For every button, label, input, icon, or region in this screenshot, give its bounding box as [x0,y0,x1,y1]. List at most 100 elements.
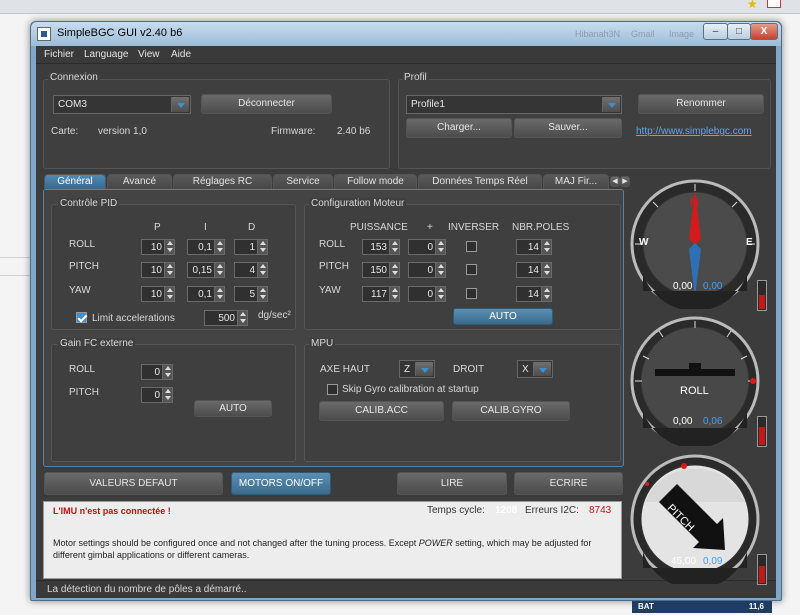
skip-gyro-checkbox[interactable] [327,384,338,395]
menu-view[interactable]: View [138,49,160,60]
limit-accelerations-value[interactable]: 500 [204,310,248,326]
profile-select[interactable]: Profile1 [406,95,622,114]
pid-yaw-d[interactable]: 5 [234,286,268,302]
motor-yaw-power[interactable]: 117 [362,286,400,302]
chevron-down-icon [533,362,551,376]
rename-button[interactable]: Renommer [638,94,764,114]
chevron-down-icon [602,97,620,112]
motor-pitch-power[interactable]: 150 [362,262,400,278]
firmware-value: 2.40 b6 [337,126,371,137]
motor-pitch-offset[interactable]: 0 [408,262,446,278]
motors-toggle-button[interactable]: MOTORS ON/OFF [231,472,331,495]
motor-yaw-poles[interactable]: 14 [516,286,552,302]
tab-scroll-left-icon[interactable]: ◀ [610,176,620,187]
menu-bar: Fichier Language View Aide [36,46,776,64]
mail-icon[interactable] [767,0,781,8]
load-button[interactable]: Charger... [406,118,512,138]
status-message-emphasis: POWER [418,538,453,548]
motor-pitch-inverse-checkbox[interactable] [466,264,477,275]
battery-label: BAT [638,602,654,611]
status-message-start: Motor settings should be configured once… [53,538,417,548]
mpu-right-select[interactable]: X [517,360,553,378]
pitch-angle-value: 45,00 [671,556,697,567]
limit-accelerations-unit: dg/sec² [258,310,291,321]
board-label: Carte: [51,126,79,137]
limit-accelerations-checkbox[interactable] [76,312,87,323]
motor-yaw-inverse-checkbox[interactable] [466,288,477,299]
close-button[interactable]: X [750,23,778,40]
pid-yaw-i[interactable]: 0,1 [187,286,225,302]
skip-gyro-label: Skip Gyro calibration at startup [342,384,479,395]
pid-title: Contrôle PID [58,198,120,209]
title-faded-label: Gmail [631,29,655,39]
motor-auto-button[interactable]: AUTO [453,308,553,325]
menu-language[interactable]: Language [84,49,129,60]
cycle-time-value: 1208 [495,505,518,516]
roll-rate-value: 0,06 [703,416,723,427]
motor-roll-offset[interactable]: 0 [408,239,446,255]
tab-general[interactable]: Général [44,174,106,189]
gain-row-label: PITCH [69,387,99,398]
pitch-rate-value: 0,09 [703,556,723,567]
star-icon[interactable]: ★ [747,0,758,11]
pid-pitch-d[interactable]: 4 [234,262,268,278]
gain-fc-title: Gain FC externe [58,338,136,349]
pid-header-d: D [248,222,256,233]
pid-roll-p[interactable]: 10 [141,239,175,255]
motor-roll-power[interactable]: 153 [362,239,400,255]
divider [0,275,34,276]
imu-error-text: L'IMU n'est pas connectée ! [53,506,171,516]
motor-roll-poles[interactable]: 14 [516,239,552,255]
connexion-panel [43,79,390,169]
gain-roll-value[interactable]: 0 [141,364,173,380]
pid-pitch-p[interactable]: 10 [141,262,175,278]
compass-north-letter: N [690,195,699,209]
menu-aide[interactable]: Aide [171,49,191,60]
pid-roll-i[interactable]: 0,1 [187,239,225,255]
chevron-down-icon [415,362,433,376]
divider [0,257,34,258]
tab-donnees-temps-reel[interactable]: Données Temps Réel [418,174,542,189]
calib-gyro-button[interactable]: CALIB.GYRO [452,401,570,421]
calib-acc-button[interactable]: CALIB.ACC [319,401,444,421]
disconnect-button[interactable]: Déconnecter [201,94,332,114]
tab-service[interactable]: Service [273,174,333,189]
pid-pitch-i[interactable]: 0,15 [187,262,225,278]
tab-follow-mode[interactable]: Follow mode [334,174,417,189]
gain-pitch-value[interactable]: 0 [141,387,173,403]
roll-gauge: ROLL 0,00 0,06 [629,316,764,449]
motor-header-power: PUISSANCE [350,222,408,233]
website-link[interactable]: http://www.simplebgc.com [636,126,752,137]
compass-angle-value: 0,00 [673,281,693,292]
minimize-button[interactable]: – [703,23,728,40]
i2c-errors-value: 8743 [589,505,612,516]
motor-roll-inverse-checkbox[interactable] [466,241,477,252]
motor-row-label: PITCH [319,261,349,272]
pid-roll-d[interactable]: 1 [234,239,268,255]
board-value: version 1,0 [98,126,147,137]
read-button[interactable]: LIRE [397,472,507,495]
motor-pitch-poles[interactable]: 14 [516,262,552,278]
write-button[interactable]: ECRIRE [514,472,623,495]
title-bar[interactable]: SimpleBGC GUI v2.40 b6 Hibanah3N Gmail I… [31,22,781,46]
tab-maj-firmware[interactable]: MAJ Fir... [543,174,609,189]
port-select[interactable]: COM3 [53,95,191,114]
pid-yaw-p[interactable]: 10 [141,286,175,302]
compass-west-letter: W [639,237,649,248]
battery-indicator: BAT 11,6 [632,601,772,613]
firmware-label: Firmware: [271,126,316,137]
connexion-title: Connexion [48,72,100,83]
mpu-top-select[interactable]: Z [399,360,435,378]
menu-fichier[interactable]: Fichier [44,49,74,60]
title-faded-label: Hibanah3N [575,29,621,39]
maximize-button[interactable]: □ [727,23,751,40]
defaults-button[interactable]: VALEURS DEFAUT [44,472,223,495]
gain-auto-button[interactable]: AUTO [194,400,272,417]
mpu-right-label: DROIT [453,364,485,375]
tab-reglages-rc[interactable]: Réglages RC [173,174,272,189]
gain-row-label: ROLL [69,364,96,375]
pid-header-i: I [204,222,207,233]
tab-avance[interactable]: Avancé [107,174,172,189]
save-button[interactable]: Sauver... [514,118,622,138]
motor-yaw-offset[interactable]: 0 [408,286,446,302]
